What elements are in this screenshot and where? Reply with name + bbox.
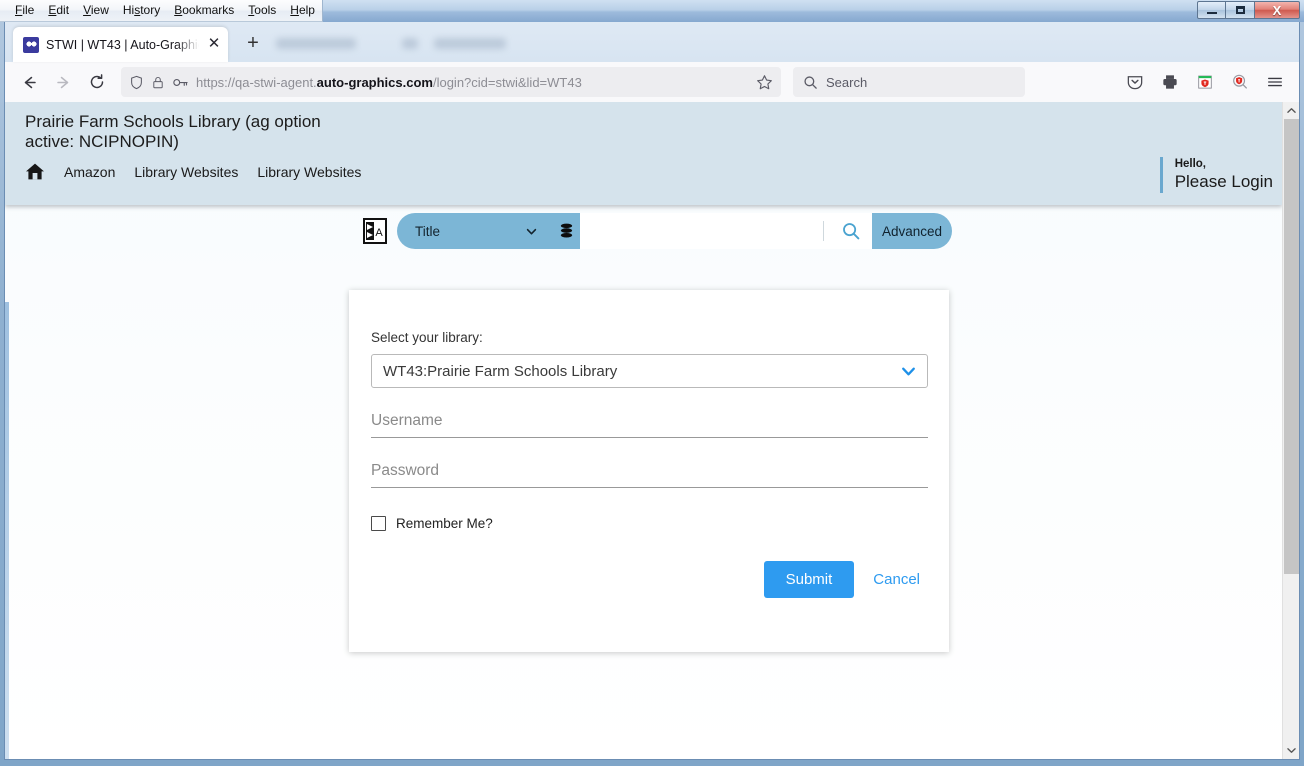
- toolbar-extensions: [1119, 67, 1291, 97]
- reload-icon: [90, 74, 104, 89]
- library-select-value: WT43:Prairie Farm Schools Library: [383, 362, 618, 380]
- username-field[interactable]: Username: [371, 412, 928, 438]
- menu-history[interactable]: History: [116, 1, 167, 20]
- pocket-icon[interactable]: [1119, 67, 1151, 97]
- chevron-down-icon: [1287, 748, 1296, 753]
- nav-link-library-websites-1[interactable]: Library Websites: [134, 164, 238, 180]
- remember-me-row: Remember Me?: [371, 516, 927, 531]
- hamburger-menu-icon[interactable]: [1259, 67, 1291, 97]
- library-select[interactable]: WT43:Prairie Farm Schools Library: [371, 354, 928, 388]
- search-scope-value: Title: [415, 223, 441, 239]
- page-body: Prairie Farm Schools Library (ag option …: [5, 102, 1282, 759]
- remember-me-label[interactable]: Remember Me?: [396, 516, 493, 531]
- shield-icon: [131, 75, 142, 89]
- star-bookmark-icon[interactable]: [756, 74, 773, 91]
- input-divider: [823, 221, 824, 241]
- os-titlebar: File Edit View History Bookmarks Tools H…: [0, 0, 1304, 22]
- close-button[interactable]: X: [1255, 1, 1300, 19]
- browser-search-placeholder: Search: [826, 74, 868, 90]
- url-path: /login?cid=stwi&lid=WT43: [432, 74, 582, 90]
- arrow-left-icon: [24, 76, 36, 88]
- minimize-button[interactable]: [1197, 1, 1226, 19]
- site-nav: Amazon Library Websites Library Websites: [25, 162, 361, 181]
- menu-bookmarks[interactable]: Bookmarks: [167, 1, 241, 20]
- site-search-input[interactable]: [580, 213, 830, 249]
- cancel-button[interactable]: Cancel: [865, 561, 928, 598]
- site-search-bar: Title Advanced: [397, 213, 952, 249]
- tab-title: STWI | WT43 | Auto-Graphics Inc: [46, 37, 199, 52]
- navigation-toolbar: https://qa-stwi-agent.auto-graphics.com/…: [5, 62, 1299, 102]
- key-icon: [173, 78, 188, 86]
- login-card: Select your library: WT43:Prairie Farm S…: [349, 290, 949, 652]
- password-field[interactable]: Password: [371, 462, 928, 488]
- lock-icon: [153, 76, 163, 88]
- back-button[interactable]: [13, 67, 45, 97]
- remember-me-checkbox[interactable]: [371, 516, 386, 531]
- advanced-search-button[interactable]: Advanced: [872, 213, 952, 249]
- web-content: Prairie Farm Schools Library (ag option …: [5, 102, 1299, 759]
- menu-view[interactable]: View: [76, 1, 116, 20]
- username-placeholder: Username: [371, 412, 443, 429]
- forward-button[interactable]: [47, 67, 79, 97]
- os-window-frame: File Edit View History Bookmarks Tools H…: [0, 0, 1304, 766]
- vertical-scrollbar[interactable]: [1282, 102, 1299, 759]
- site-header: Prairie Farm Schools Library (ag option …: [5, 102, 1282, 249]
- url-text: https://qa-stwi-agent.auto-graphics.com/…: [196, 75, 749, 90]
- shield-extension-icon[interactable]: [1189, 67, 1221, 97]
- user-greeting: Hello,: [1174, 158, 1206, 170]
- close-icon: X: [1272, 2, 1282, 18]
- arrow-right-icon: [56, 76, 68, 88]
- browser-window: STWI | WT43 | Auto-Graphics Inc ✕ +: [4, 22, 1300, 760]
- menu-edit[interactable]: Edit: [41, 1, 76, 20]
- svg-text:A: A: [375, 227, 383, 239]
- blurred-toolbar-item-2: [402, 38, 418, 49]
- page-left-edge: [5, 302, 9, 759]
- nav-link-amazon[interactable]: Amazon: [64, 164, 115, 180]
- url-domain: auto-graphics.com: [316, 74, 433, 90]
- browser-search-bar[interactable]: Search: [793, 67, 1025, 97]
- chevron-down-icon: [902, 367, 915, 375]
- scroll-up-button[interactable]: [1283, 102, 1299, 119]
- search-scope-dropdown[interactable]: Title: [397, 213, 552, 249]
- database-selector-icon[interactable]: [552, 222, 580, 241]
- chevron-up-icon: [1287, 108, 1296, 113]
- blurred-toolbar-item-3: [434, 38, 506, 49]
- url-scheme: https://qa-stwi-agent.: [196, 74, 317, 90]
- tab-strip: STWI | WT43 | Auto-Graphics Inc ✕ +: [5, 22, 1299, 62]
- browser-tab-active[interactable]: STWI | WT43 | Auto-Graphics Inc ✕: [13, 27, 228, 62]
- url-bar[interactable]: https://qa-stwi-agent.auto-graphics.com/…: [121, 67, 781, 97]
- menu-bar: File Edit View History Bookmarks Tools H…: [0, 0, 323, 22]
- scroll-down-button[interactable]: [1283, 742, 1299, 759]
- select-library-label: Select your library:: [371, 330, 483, 345]
- site-search-submit[interactable]: [830, 213, 872, 249]
- blurred-toolbar-item-1: [276, 38, 356, 49]
- submit-button[interactable]: Submit: [763, 561, 855, 598]
- window-controls: X: [1197, 1, 1300, 19]
- agent-logo-icon: A: [363, 218, 387, 244]
- menu-tools[interactable]: Tools: [241, 1, 283, 20]
- scrollbar-thumb[interactable]: [1284, 119, 1299, 574]
- print-icon[interactable]: [1154, 67, 1186, 97]
- close-icon[interactable]: ✕: [206, 36, 222, 53]
- new-tab-button[interactable]: +: [238, 29, 268, 59]
- login-actions: Submit Cancel: [371, 561, 928, 598]
- password-placeholder: Password: [371, 462, 440, 479]
- shield-search-extension-icon[interactable]: [1224, 67, 1256, 97]
- chevron-down-icon: [526, 228, 537, 235]
- menu-file[interactable]: File: [8, 1, 41, 20]
- maximize-button[interactable]: [1226, 1, 1255, 19]
- please-login-link[interactable]: Please Login: [1175, 171, 1273, 192]
- search-icon: [804, 75, 817, 89]
- user-login-area[interactable]: Hello, Please Login: [1159, 157, 1273, 193]
- search-icon: [843, 223, 860, 240]
- home-icon[interactable]: [25, 162, 45, 181]
- stwi-favicon: [23, 36, 39, 53]
- menu-help[interactable]: Help: [283, 1, 322, 20]
- reload-button[interactable]: [81, 67, 113, 97]
- nav-link-library-websites-2[interactable]: Library Websites: [257, 164, 361, 180]
- page-title: Prairie Farm Schools Library (ag option …: [25, 112, 321, 151]
